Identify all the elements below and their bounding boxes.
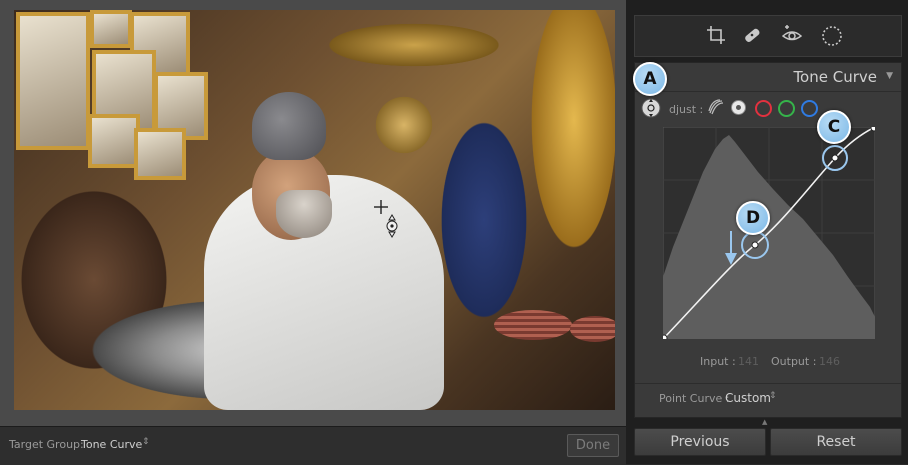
input-label: Input : (700, 355, 736, 368)
knit-hat (252, 92, 326, 160)
curve-endpoint (870, 127, 875, 132)
callout-c: C (817, 110, 851, 144)
stacked-plates (570, 316, 615, 342)
panel-footer: ▲ Previous Reset (626, 418, 908, 464)
tool-strip (634, 15, 902, 57)
photo-workspace: Target Group: Tone Curve ⇕ Done (0, 0, 626, 465)
parametric-curve-icon[interactable] (708, 99, 724, 115)
wall-frame (16, 12, 90, 150)
input-value: 141 (738, 355, 759, 368)
callout-a: A (633, 62, 667, 96)
craftsman-beard (276, 190, 332, 238)
point-curve-label: Point Curve : (659, 392, 730, 405)
collapse-icon[interactable]: ▼ (886, 71, 893, 81)
green-channel-button[interactable] (778, 100, 795, 117)
target-group-arrows-icon[interactable]: ⇕ (142, 437, 150, 447)
red-eye-icon[interactable] (781, 25, 803, 47)
targeted-adjustment-cursor[interactable] (373, 198, 403, 238)
output-value: 146 (819, 355, 840, 368)
panel-title: Tone Curve (793, 68, 877, 86)
wall-frame (134, 128, 186, 180)
input-output-readout: Input : 141 Output : 146 (635, 355, 901, 371)
develop-panel: Tone Curve ▼ djust : Input: 141 Output … (626, 0, 908, 464)
point-curve-arrows-icon[interactable]: ⇕ (769, 391, 777, 401)
targeted-adjustment-tool-icon[interactable] (640, 97, 662, 119)
point-curve-select[interactable]: Custom (725, 391, 771, 405)
expand-notch-icon[interactable]: ▲ (762, 418, 767, 426)
wall-frame (88, 114, 140, 168)
target-group-select[interactable]: Tone Curve (81, 438, 142, 451)
tone-curve-header[interactable]: Tone Curve ▼ (635, 63, 901, 92)
adjust-label: djust : (669, 103, 704, 116)
callout-d: D (736, 201, 770, 235)
output-label: Output : (771, 355, 817, 368)
blue-channel-button[interactable] (801, 100, 818, 117)
previous-button[interactable]: Previous (634, 428, 766, 456)
curve-endpoint (663, 334, 668, 339)
target-cursor-icon (374, 200, 398, 238)
crop-icon[interactable] (705, 25, 727, 47)
target-group-bar: Target Group: Tone Curve ⇕ Done (0, 426, 626, 465)
tone-curve-panel: Tone Curve ▼ djust : Input: 141 Output … (634, 62, 902, 418)
reset-button[interactable]: Reset (770, 428, 902, 456)
red-channel-button[interactable] (755, 100, 772, 117)
healing-brush-icon[interactable] (741, 25, 763, 47)
rgb-channel-button[interactable] (731, 100, 746, 115)
wall-frame (90, 10, 132, 48)
done-button[interactable]: Done (567, 434, 619, 457)
radial-filter-icon[interactable] (821, 25, 843, 47)
point-curve-row: Point Curve : Custom ⇕ (635, 383, 901, 418)
stacked-plates (494, 310, 572, 340)
target-group-label: Target Group: (9, 438, 84, 451)
photo-preview[interactable] (14, 10, 615, 410)
tone-curve-graph[interactable] (663, 127, 875, 339)
